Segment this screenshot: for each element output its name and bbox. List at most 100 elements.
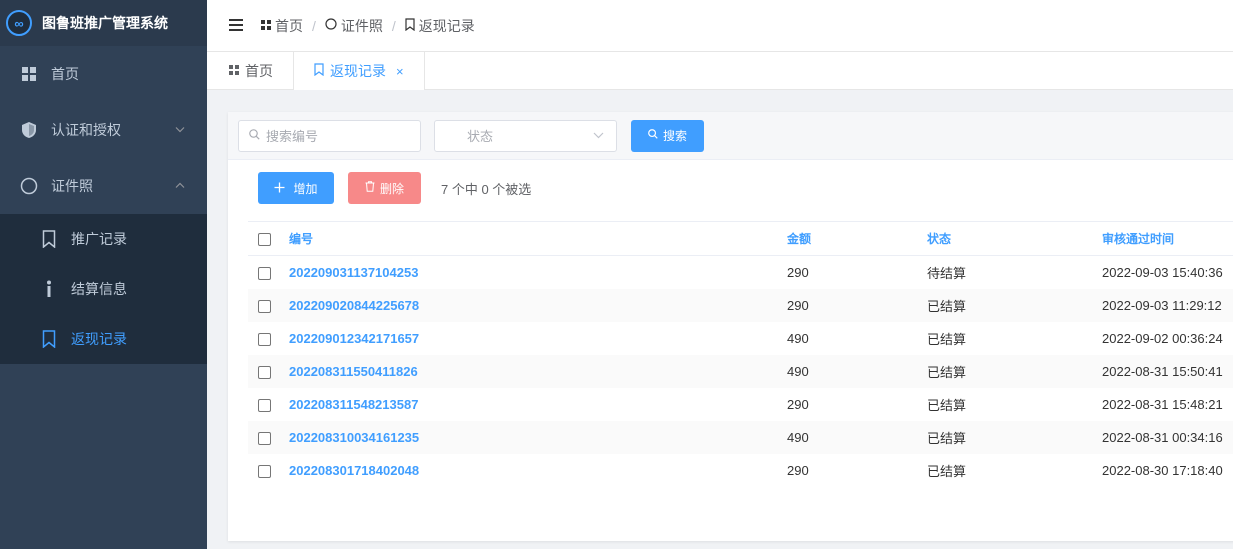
time-cell: 2022-09-03 15:40:36 [1102,264,1223,280]
status-cell: 已结算 [927,420,1102,454]
bookmark-icon [314,63,324,79]
table-row: 202208310034161235 490 已结算 2022-08-31 00… [248,420,1233,454]
amount-cell: 290 [787,462,809,478]
row-checkbox[interactable] [258,464,271,478]
trash-icon [365,181,375,195]
status-cell: 已结算 [927,331,967,347]
hamburger-icon[interactable] [229,15,243,36]
sidebar-item-label: 返现记录 [71,331,127,347]
column-header-amount[interactable]: 金额 [787,221,927,256]
row-checkbox[interactable] [258,431,271,445]
shield-icon [20,121,38,139]
status-cell: 待结算 [927,265,967,281]
number-cell: 202208301718402048 [289,454,787,487]
dashboard-icon [261,19,271,33]
chevron-up-icon [175,181,185,192]
row-checkbox-cell [248,420,289,454]
time-cell: 2022-09-02 00:36:24 [1102,330,1223,346]
breadcrumb-item-home[interactable]: 首页 [261,16,303,36]
number-cell: 202209020844225678 [289,288,787,322]
breadcrumb-label: 证件照 [340,17,383,34]
row-checkbox-cell [248,256,289,289]
record-link[interactable]: 202208311550411826 [289,364,418,379]
column-header-time[interactable]: 审核通过时间 [1102,221,1233,256]
table-row: 202209020844225678 290 已结算 2022-09-03 11… [248,288,1233,322]
search-button[interactable]: 搜索 [631,119,704,152]
row-checkbox-cell [248,454,289,487]
status-select[interactable]: 状态 [434,119,617,152]
sidebar-item-auth[interactable]: 认证和授权 [0,102,207,158]
row-checkbox-cell [248,322,289,355]
app-title: 图鲁班推广管理系统 [42,15,168,31]
tag-label: 返现记录 [330,63,386,79]
record-link[interactable]: 202208310034161235 [289,430,419,445]
breadcrumb-item-idphoto[interactable]: 证件照 [325,16,383,36]
sidebar-item-promotion-records[interactable]: 推广记录 [0,214,207,264]
breadcrumb-separator: / [391,17,396,34]
search-icon [249,128,260,143]
logo-icon: ∞ [6,10,32,36]
row-checkbox[interactable] [258,398,271,412]
tag-home[interactable]: 首页 [207,52,294,90]
row-checkbox[interactable] [258,299,271,313]
number-cell: 202208310034161235 [289,420,787,454]
row-checkbox-cell [248,354,289,388]
sidebar: ∞ 图鲁班推广管理系统 首页 认证和授权 证件照 推广记录 结算信息 返现记录 [0,0,207,549]
table-row: 202209031137104253 290 待结算 2022-09-03 15… [248,256,1233,289]
sidebar-item-cashback-records[interactable]: 返现记录 [0,314,207,364]
add-button-label: 增加 [293,181,318,196]
record-link[interactable]: 202209012342171657 [289,331,419,346]
record-link[interactable]: 202208311548213587 [289,397,418,412]
column-header-status[interactable]: 状态 [927,221,1102,256]
sidebar-item-settlement-info[interactable]: 结算信息 [0,264,207,314]
status-cell: 已结算 [927,354,1102,388]
submenu: 推广记录 结算信息 返现记录 [0,214,207,364]
table-row: 202208311550411826 490 已结算 2022-08-31 15… [248,354,1233,388]
table-row: 202208301718402048 290 已结算 2022-08-30 17… [248,454,1233,487]
tags-view: 首页 返现记录 × [207,52,1233,90]
brand[interactable]: ∞ 图鲁班推广管理系统 [0,0,207,46]
close-icon[interactable]: × [396,64,404,79]
plus-icon [274,180,285,196]
number-cell: 202208311550411826 [289,354,787,388]
breadcrumb-label: 返现记录 [418,17,475,34]
select-all-checkbox[interactable] [258,232,271,246]
add-button[interactable]: 增加 [258,172,334,204]
status-cell: 已结算 [927,288,1102,322]
status-cell: 已结算 [927,397,967,413]
amount-cell: 290 [787,264,809,280]
delete-button[interactable]: 删除 [348,172,421,204]
time-cell: 2022-09-03 11:29:12 [1102,288,1233,322]
status-placeholder: 状态 [467,129,494,144]
row-checkbox[interactable] [258,332,271,346]
bookmark-icon [405,17,415,34]
circle-icon [20,177,38,195]
sidebar-item-label: 证件照 [51,178,93,194]
column-header-number[interactable]: 编号 [289,221,787,256]
selection-counter: 7 个中 0 个被选 [441,181,532,197]
status-cell: 已结算 [927,463,967,479]
table-row: 202209012342171657 490 已结算 2022-09-02 00… [248,322,1233,355]
row-checkbox[interactable] [258,365,271,379]
search-icon [648,129,658,142]
breadcrumb-item-current: 返现记录 [405,16,475,36]
record-link[interactable]: 202209031137104253 [289,265,418,280]
tag-label: 首页 [245,63,273,79]
amount-cell: 490 [787,420,927,454]
circle-icon [325,18,337,33]
breadcrumb-label: 首页 [275,17,303,34]
sidebar-item-idphoto[interactable]: 证件照 [0,158,207,214]
sidebar-item-label: 结算信息 [71,281,127,297]
record-link[interactable]: 202209020844225678 [289,298,419,313]
sidebar-item-label: 首页 [51,66,79,82]
dashboard-icon [229,64,239,78]
time-cell: 2022-08-31 15:48:21 [1102,396,1223,412]
tag-cashback-records[interactable]: 返现记录 × [294,52,425,90]
record-link[interactable]: 202208301718402048 [289,463,419,478]
sidebar-item-home[interactable]: 首页 [0,46,207,102]
search-input[interactable]: 搜索编号 [238,119,421,152]
row-checkbox[interactable] [258,266,271,280]
filter-bar: 搜索编号 状态 搜索 [228,112,1233,160]
amount-cell: 290 [787,288,927,322]
select-all-cell [248,221,289,256]
